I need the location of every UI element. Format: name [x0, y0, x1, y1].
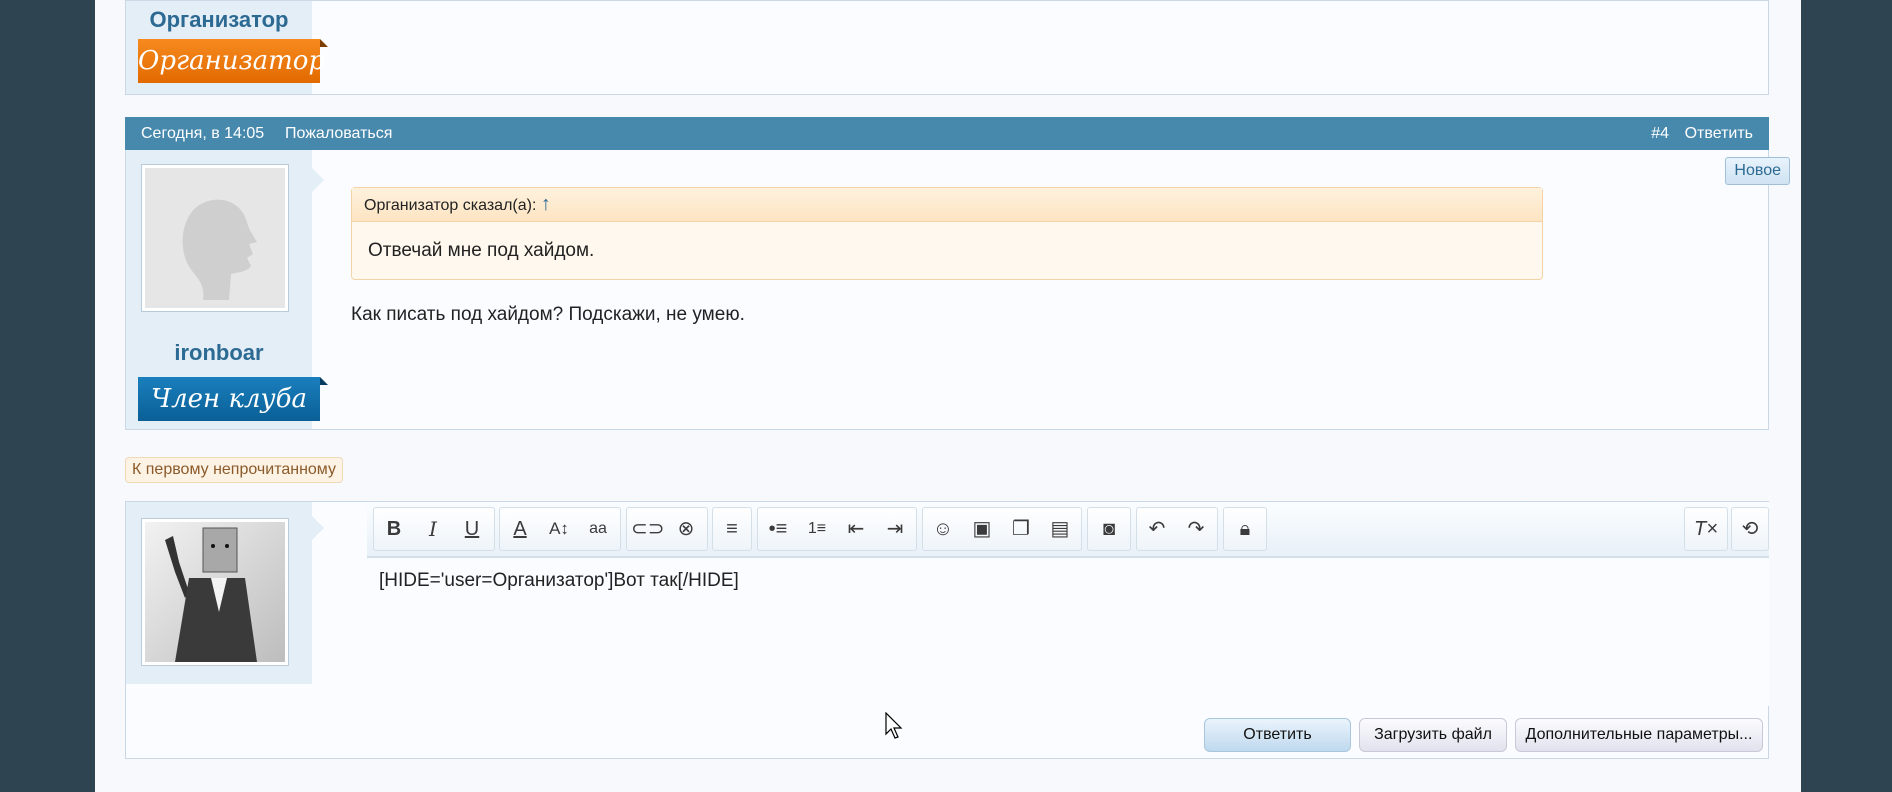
save-draft-icon[interactable]: ◙ [1093, 513, 1125, 545]
toggle-bbcode-icon[interactable]: ⟲ [1734, 513, 1766, 545]
default-avatar-icon [145, 168, 285, 308]
indent-icon[interactable]: ⇥ [879, 513, 911, 545]
user-pane-arrow [312, 168, 324, 192]
more-options-button[interactable]: Дополнительные параметры... [1515, 718, 1763, 752]
toolbar-group-font: A A↕ aa [499, 507, 621, 551]
smiley-icon[interactable]: ☺ [927, 513, 959, 545]
avatar-image-icon [145, 522, 285, 662]
lock-icon[interactable]: 🔒︎ [1229, 513, 1261, 545]
media-icon[interactable]: ❐ [1005, 513, 1037, 545]
first-unread-link[interactable]: К первому непрочитанному [125, 457, 343, 483]
undo-icon[interactable]: ↶ [1141, 513, 1173, 545]
text-color-icon[interactable]: A [504, 513, 536, 545]
rank-ribbon: Член клуба [138, 377, 328, 421]
toolbar-group-mode: ⟲ [1731, 507, 1769, 551]
toolbar-group-hide: 🔒︎ [1223, 507, 1267, 551]
toolbar-group-lists: •≡ 1≡ ⇤ ⇥ [757, 507, 917, 551]
user-pane-arrow [312, 516, 324, 540]
page: Организатор Организатор Сегодня, в 14:05… [95, 0, 1801, 792]
quote-author: Организатор сказал(а): [364, 197, 537, 214]
outdent-icon[interactable]: ⇤ [840, 513, 872, 545]
my-avatar[interactable] [141, 518, 289, 666]
toolbar-group-clear: T× [1684, 507, 1728, 551]
upload-file-button[interactable]: Загрузить файл [1359, 718, 1507, 752]
previous-post: Организатор Организатор [125, 0, 1769, 95]
editor-content[interactable]: [HIDE='user=Организатор']Вот так[/HIDE] [379, 570, 739, 592]
bold-icon[interactable]: B [378, 513, 410, 545]
font-family-icon[interactable]: aa [582, 513, 614, 545]
reply-button[interactable]: Ответить [1204, 718, 1351, 752]
user-pane: ironboar Член клуба [126, 150, 328, 429]
toolbar-group-align: ≡ [712, 507, 752, 551]
post-number-link[interactable]: #4 [1651, 125, 1669, 143]
message-text: Как писать под хайдом? Подскажи, не умею… [351, 304, 745, 325]
image-icon[interactable]: ▣ [966, 513, 998, 545]
rank-ribbon: Организатор [138, 39, 328, 83]
link-icon[interactable]: ⊂⊃ [631, 513, 665, 545]
new-badge: Новое [1725, 157, 1790, 185]
message-header-bar: Сегодня, в 14:05 Пожаловаться #4 Ответит… [125, 117, 1769, 150]
quote-jump-arrow-icon[interactable]: ↑ [541, 193, 551, 215]
mouse-cursor-icon [885, 712, 903, 739]
username[interactable]: Организатор [126, 7, 312, 33]
toolbar-group-history: ↶ ↷ [1136, 507, 1218, 551]
toolbar-group-insert: ☺ ▣ ❐ ▤ [922, 507, 1082, 551]
remove-format-icon[interactable]: T× [1690, 513, 1722, 545]
post-date[interactable]: Сегодня, в 14:05 [141, 125, 264, 143]
quote-text: Отвечай мне под хайдом. [368, 240, 595, 261]
redo-icon[interactable]: ↷ [1180, 513, 1212, 545]
underline-icon[interactable]: U [456, 513, 488, 545]
numbered-list-icon[interactable]: 1≡ [801, 513, 833, 545]
avatar[interactable] [141, 164, 289, 312]
font-size-icon[interactable]: A↕ [543, 513, 575, 545]
toolbar-group-save: ◙ [1087, 507, 1131, 551]
user-pane [126, 502, 312, 684]
username-ironboar[interactable]: ironboar [126, 340, 312, 366]
report-link[interactable]: Пожаловаться [285, 125, 392, 143]
editor-toolbar: B I U A A↕ aa ⊂⊃ ⊗ ≡ •≡ 1≡ ⇤ ⇥ ☺ ▣ ❐ ▤ ◙… [367, 502, 1769, 557]
toolbar-group-link: ⊂⊃ ⊗ [626, 507, 708, 551]
unlink-icon[interactable]: ⊗ [670, 513, 702, 545]
reply-link[interactable]: Ответить [1685, 125, 1753, 143]
align-left-icon[interactable]: ≡ [716, 513, 748, 545]
italic-icon[interactable]: I [417, 513, 449, 545]
toolbar-group-format: B I U [373, 507, 495, 551]
bullet-list-icon[interactable]: •≡ [762, 513, 794, 545]
quote-header: Организатор сказал(а): ↑ [352, 188, 1542, 222]
quote-block: Организатор сказал(а): ↑ Отвечай мне под… [351, 187, 1543, 280]
user-pane: Организатор Организатор [126, 1, 328, 94]
insert-block-icon[interactable]: ▤ [1044, 513, 1076, 545]
editor-area[interactable]: [HIDE='user=Организатор']Вот так[/HIDE] [367, 557, 1769, 706]
